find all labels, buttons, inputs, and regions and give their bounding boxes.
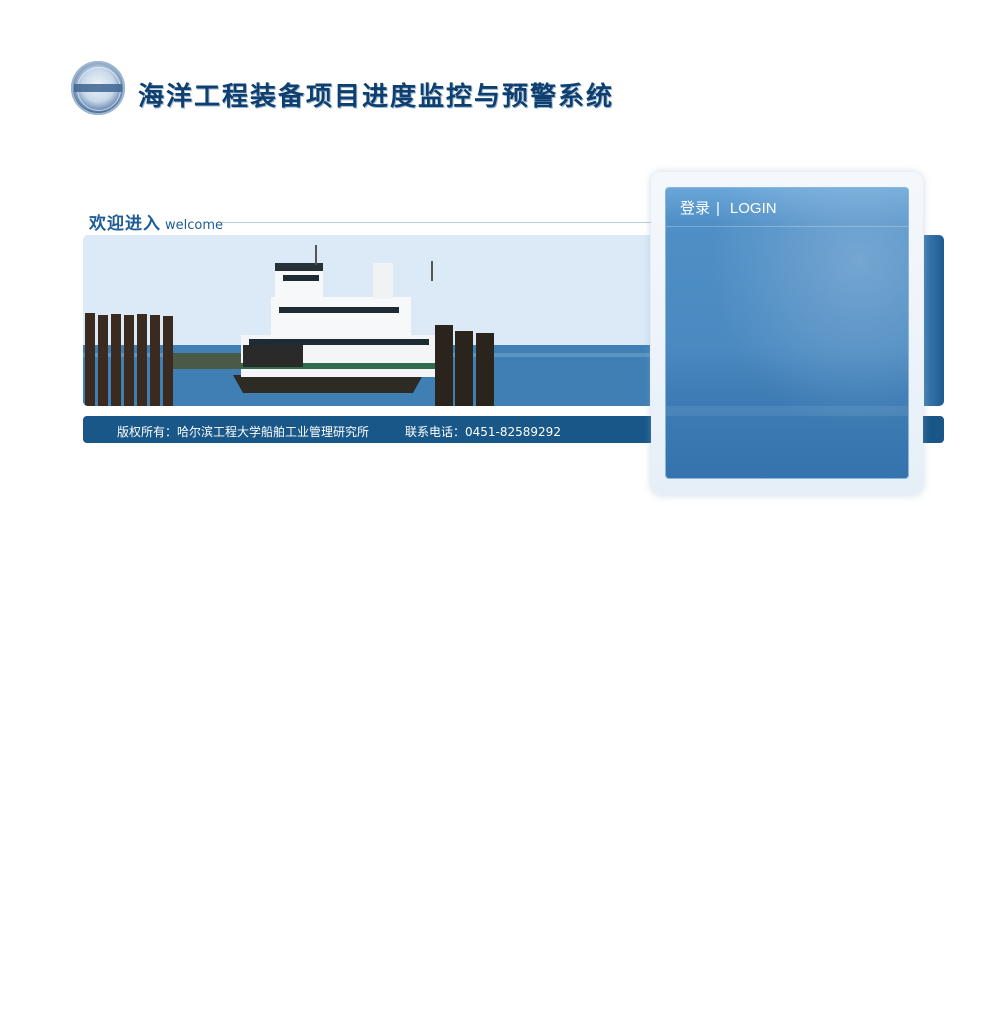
login-title-divider: | — [716, 200, 720, 217]
login-title-en: LOGIN — [729, 200, 777, 217]
login-header-divider — [666, 226, 908, 227]
login-title-cn: 登录 — [680, 200, 711, 217]
copyright-text: 版权所有：哈尔滨工程大学船舶工业管理研究所 — [117, 425, 370, 439]
panel-stripe — [666, 406, 908, 416]
welcome-divider — [222, 222, 652, 223]
login-panel — [665, 187, 909, 479]
seal-band — [74, 84, 122, 92]
banner-right-cap — [924, 235, 944, 406]
contact-phone: 联系电话：0451-82589292 — [405, 425, 561, 439]
welcome-en: welcome — [165, 218, 224, 233]
welcome-heading: 欢迎进入 welcome — [89, 209, 223, 234]
panel-sheen — [666, 188, 908, 478]
welcome-cn: 欢迎进入 — [89, 214, 161, 234]
university-seal-icon — [71, 61, 125, 115]
ferry-banner-image — [83, 235, 650, 406]
system-title: 海洋工程装备项目进度监控与预警系统 — [138, 82, 615, 112]
login-heading: 登录 | LOGIN — [680, 197, 777, 218]
ferry-illustration — [83, 235, 650, 406]
